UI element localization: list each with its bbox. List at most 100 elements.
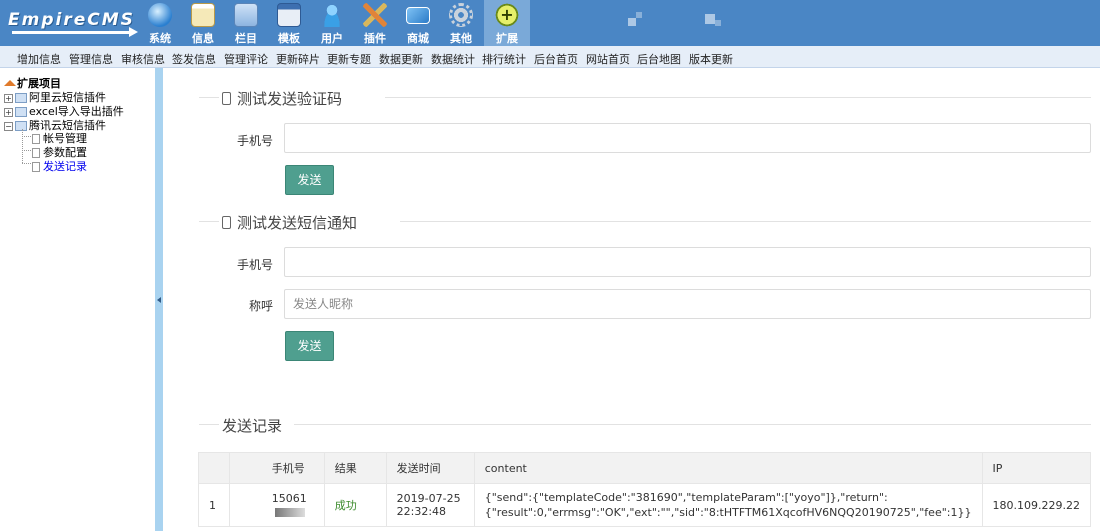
- nav-label: 用户: [321, 32, 343, 45]
- submenu-bar: 增加信息 管理信息 审核信息 签发信息 管理评论 更新碎片 更新专题 数据更新 …: [0, 46, 1100, 68]
- expand-icon[interactable]: +: [4, 93, 13, 103]
- send-verify-button[interactable]: 发送: [285, 165, 334, 195]
- logo-text: EmpireCMS: [8, 10, 135, 30]
- column-header-result: 结果: [323, 452, 387, 484]
- collapse-left-icon: [157, 297, 161, 303]
- section-title-verify-code: 测试发送验证码: [222, 88, 342, 109]
- submenu-add-info[interactable]: 增加信息: [17, 51, 61, 67]
- submenu-sign-info[interactable]: 签发信息: [172, 51, 216, 67]
- section-title-sms-notify: 测试发送短信通知: [222, 212, 357, 233]
- tree-connector: [22, 163, 31, 164]
- phone-input[interactable]: [284, 123, 1091, 153]
- column-header-phone: 手机号: [228, 452, 325, 484]
- send-log-table: 手机号 结果 发送时间 content IP 1 15061 成功 2019-0…: [198, 452, 1092, 527]
- nav-shop[interactable]: 商城: [397, 0, 439, 46]
- submenu-site-home[interactable]: 网站首页: [586, 51, 630, 67]
- nav-label: 扩展: [496, 32, 518, 45]
- divider: [199, 97, 219, 98]
- phone-icon: [222, 92, 231, 105]
- submenu-data-stats[interactable]: 数据统计: [431, 51, 475, 67]
- divider: [385, 97, 1091, 98]
- tree-item-label: 发送记录: [43, 160, 87, 173]
- column-header-index: [198, 452, 230, 484]
- phone-label: 手机号: [236, 134, 273, 148]
- window-icon: [277, 3, 301, 27]
- nickname-label: 称呼: [248, 299, 273, 313]
- nav-other[interactable]: 其他: [440, 0, 482, 46]
- globe-icon: [148, 3, 172, 27]
- user-icon: [320, 3, 344, 27]
- status-text: 成功: [334, 499, 357, 512]
- folder-icon: [15, 107, 27, 117]
- nav-system[interactable]: 系统: [139, 0, 181, 46]
- submenu-admin-home[interactable]: 后台首页: [534, 51, 578, 67]
- empirecms-logo[interactable]: EmpireCMS: [2, 4, 140, 42]
- tree-connector: [22, 136, 31, 137]
- document-icon: [32, 134, 40, 144]
- folder-icon: [234, 3, 258, 27]
- section-title-text: 测试发送短信通知: [237, 214, 358, 232]
- nav-label: 系统: [149, 32, 171, 45]
- expand-icon[interactable]: +: [4, 107, 13, 117]
- submenu-audit-info[interactable]: 审核信息: [121, 51, 165, 67]
- card-icon: [406, 7, 430, 24]
- nav-user[interactable]: 用户: [311, 0, 353, 46]
- cell-index: 1: [198, 483, 230, 527]
- document-icon: [32, 162, 40, 172]
- nav-extend[interactable]: + 扩展: [484, 0, 530, 46]
- cell-ip: 180.109.229.22: [981, 483, 1092, 527]
- tree-connector: [22, 129, 23, 163]
- cell-phone: 15061: [228, 483, 325, 527]
- nav-label: 信息: [192, 32, 214, 45]
- phone-label: 手机号: [236, 258, 273, 272]
- submenu-admin-map[interactable]: 后台地图: [637, 51, 681, 67]
- sidebar-toggle[interactable]: [155, 68, 163, 531]
- decor-pixels: [628, 18, 636, 26]
- nickname-input[interactable]: [284, 289, 1091, 319]
- phone-icon: [222, 216, 231, 229]
- submenu-data-update[interactable]: 数据更新: [379, 51, 423, 67]
- home-icon: [4, 80, 16, 86]
- submenu-version-update[interactable]: 版本更新: [689, 51, 733, 67]
- phone-text: 15061: [271, 492, 307, 505]
- send-log-title: 发送记录: [222, 417, 283, 435]
- notepad-icon: [191, 3, 215, 27]
- column-header-time: 发送时间: [385, 452, 475, 484]
- logo-arrow-icon: [12, 27, 138, 37]
- table-row: 1 15061 成功 2019-07-25 22:32:48 {"send":{"…: [198, 483, 1092, 527]
- nav-label: 模板: [278, 32, 300, 45]
- content-line: {"send":{"templateCode":"381690","templa…: [484, 491, 888, 504]
- nav-plugin[interactable]: 插件: [354, 0, 396, 46]
- decor-pixels: [636, 12, 642, 18]
- content-line: {"result":0,"errmsg":"OK","ext":"","sid"…: [484, 506, 972, 519]
- nav-label: 商城: [407, 32, 429, 45]
- time-text: 22:32:48: [396, 505, 447, 518]
- tree-item-send-log[interactable]: 发送记录: [32, 158, 87, 174]
- column-header-content: content: [473, 452, 983, 484]
- folder-open-icon: [15, 121, 27, 131]
- submenu-manage-info[interactable]: 管理信息: [69, 51, 113, 67]
- divider: [199, 221, 219, 222]
- gear-icon: [449, 3, 473, 27]
- nav-template[interactable]: 模板: [268, 0, 310, 46]
- submenu-update-topic[interactable]: 更新专题: [327, 51, 371, 67]
- nav-column[interactable]: 栏目: [225, 0, 267, 46]
- nav-label: 其他: [450, 32, 472, 45]
- top-bar: EmpireCMS 系统 信息 栏目 模板 用户 插件 商城 其他 + 扩展: [0, 0, 1100, 46]
- section-title-text: 测试发送验证码: [237, 90, 343, 108]
- nav-info[interactable]: 信息: [182, 0, 224, 46]
- phone-input[interactable]: [284, 247, 1091, 277]
- cell-content: {"send":{"templateCode":"381690","templa…: [473, 483, 983, 527]
- submenu-rank-stats[interactable]: 排行统计: [482, 51, 526, 67]
- cell-result: 成功: [323, 483, 387, 527]
- tree-connector: [22, 150, 31, 151]
- divider: [294, 424, 1091, 425]
- submenu-update-fragment[interactable]: 更新碎片: [276, 51, 320, 67]
- column-header-ip: IP: [981, 452, 1092, 484]
- decor-pixels: [715, 20, 721, 26]
- collapse-icon[interactable]: −: [4, 121, 13, 131]
- divider: [199, 424, 219, 425]
- send-notify-button[interactable]: 发送: [285, 331, 334, 361]
- cell-time: 2019-07-25 22:32:48: [385, 483, 475, 527]
- submenu-manage-comment[interactable]: 管理评论: [224, 51, 268, 67]
